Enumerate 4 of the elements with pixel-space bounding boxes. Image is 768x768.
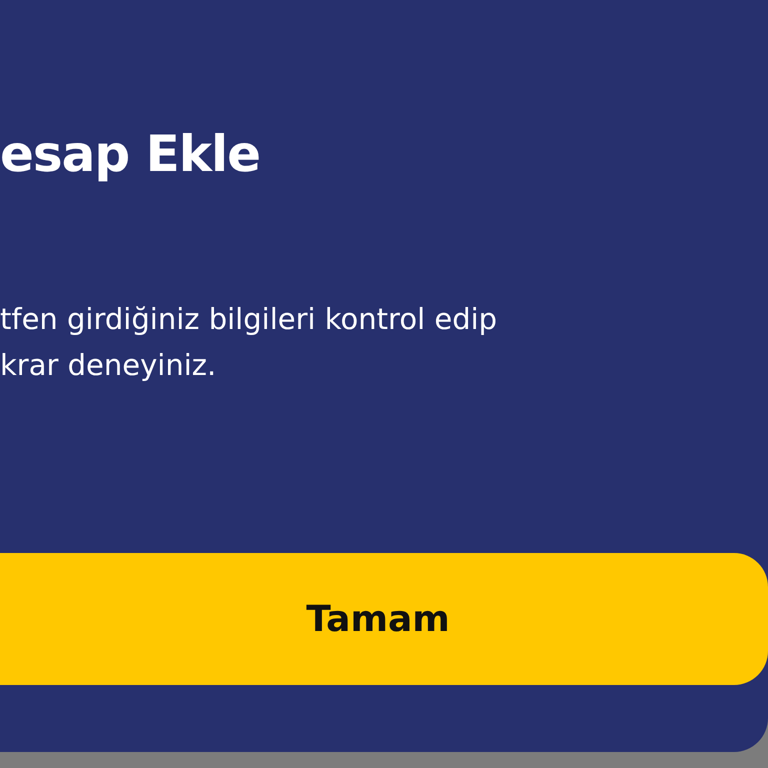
message-text: tfen girdiğiniz bilgileri kontrol edip bbox=[0, 301, 498, 338]
message-text: krar deneyiniz. bbox=[0, 347, 216, 384]
dialog-title: esap Ekle bbox=[0, 124, 260, 185]
ok-button[interactable]: Tamam bbox=[0, 553, 768, 685]
